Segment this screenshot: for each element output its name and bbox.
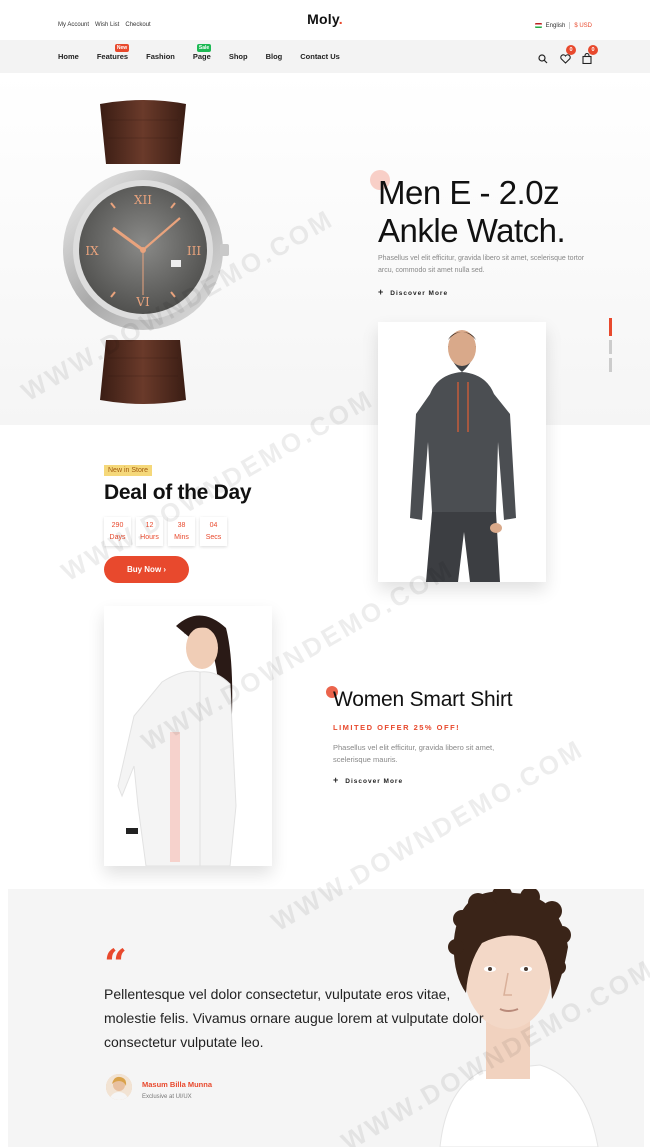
limited-offer-text: LIMITED OFFER 25% OFF! bbox=[333, 723, 461, 732]
discover-label: Discover More bbox=[345, 778, 404, 785]
nav-item-contact[interactable]: Contact Us bbox=[300, 52, 340, 61]
women-discover-link[interactable]: + Discover More bbox=[333, 775, 403, 785]
slide-dot-3[interactable] bbox=[609, 358, 612, 372]
buy-now-button[interactable]: Buy Now › bbox=[104, 556, 189, 583]
nav-label: Fashion bbox=[146, 52, 175, 61]
logo-text: Moly bbox=[307, 11, 339, 27]
hero-discover-link[interactable]: + Discover More bbox=[378, 287, 448, 297]
top-bar: My Account Wish List Checkout Moly. Engl… bbox=[0, 0, 650, 40]
countdown-mins: 38 Mins bbox=[168, 517, 195, 546]
shirt-model-image bbox=[104, 606, 272, 866]
nav-menu: Home New Features Fashion Sale Page Shop B… bbox=[58, 44, 358, 61]
plus-icon: + bbox=[333, 775, 340, 785]
author-role: Exclusive at UI/UX bbox=[142, 1094, 192, 1100]
nav-item-features[interactable]: New Features bbox=[96, 44, 130, 61]
nav-item-fashion[interactable]: Fashion bbox=[146, 52, 175, 61]
svg-text:VI: VI bbox=[135, 295, 150, 309]
sale-badge: Sale bbox=[196, 44, 212, 52]
nav-item-shop[interactable]: Shop bbox=[229, 52, 248, 61]
slider-pagination bbox=[609, 318, 612, 372]
hero-title-line-2: Ankle Watch. bbox=[378, 212, 566, 249]
nav-label: Shop bbox=[228, 52, 248, 61]
plus-icon: + bbox=[378, 287, 385, 297]
women-description: Phasellus vel elit efficitur, gravida li… bbox=[333, 743, 495, 764]
language-select[interactable]: English bbox=[546, 23, 566, 29]
wishlist-heart-icon[interactable]: 0 bbox=[560, 45, 576, 64]
svg-text:III: III bbox=[187, 244, 201, 258]
hoodie-product-card[interactable] bbox=[378, 322, 546, 582]
wishlist-count-badge: 0 bbox=[566, 45, 576, 55]
nav-label: Page bbox=[192, 52, 211, 61]
countdown-timer: 290 Days 12 Hours 38 Mins 04 Secs bbox=[104, 517, 227, 546]
slide-dot-1[interactable] bbox=[609, 318, 612, 336]
page: My Account Wish List Checkout Moly. Engl… bbox=[0, 0, 650, 1147]
deal-title: Deal of the Day bbox=[104, 481, 252, 504]
search-icon[interactable] bbox=[538, 51, 548, 64]
nav-label: Home bbox=[58, 52, 79, 61]
countdown-days: 290 Days bbox=[104, 517, 131, 546]
locale-selectors: English $ USD bbox=[534, 22, 592, 29]
cart-bag-icon[interactable]: 0 bbox=[582, 45, 598, 65]
shirt-product-card[interactable] bbox=[104, 606, 272, 866]
divider bbox=[569, 22, 571, 29]
nav-item-page[interactable]: Sale Page bbox=[192, 44, 212, 61]
nav-label: Contact Us bbox=[300, 52, 340, 61]
hero-title: Men E - 2.0z Ankle Watch. bbox=[378, 174, 566, 250]
watch-product-image: XII VI IX III bbox=[63, 100, 229, 404]
hero-title-line-1: Men E - 2.0z bbox=[378, 174, 560, 211]
main-nav: Home New Features Fashion Sale Page Shop B… bbox=[0, 40, 650, 73]
countdown-unit: Secs bbox=[205, 534, 222, 541]
countdown-hours: 12 Hours bbox=[136, 517, 163, 546]
countdown-unit: Hours bbox=[140, 534, 159, 541]
hero-description: Phasellus vel elit efficitur, gravida li… bbox=[378, 255, 585, 274]
logo-dot: . bbox=[338, 11, 343, 27]
nav-item-blog[interactable]: Blog bbox=[266, 52, 283, 61]
nav-label: Blog bbox=[265, 52, 283, 61]
testimonial-text: Pellentesque vel dolor consectetur, vulp… bbox=[104, 986, 484, 1050]
cart-count-badge: 0 bbox=[588, 45, 598, 55]
nav-label: Features bbox=[96, 52, 129, 61]
author-avatar bbox=[106, 1074, 132, 1100]
countdown-unit: Mins bbox=[174, 534, 189, 541]
nav-item-home[interactable]: Home bbox=[58, 52, 79, 61]
countdown-value: 290 bbox=[111, 522, 124, 529]
countdown-value: 12 bbox=[145, 522, 154, 529]
countdown-value: 38 bbox=[177, 522, 186, 529]
currency-select[interactable]: $ USD bbox=[574, 23, 592, 29]
countdown-secs: 04 Secs bbox=[200, 517, 227, 546]
svg-text:XII: XII bbox=[134, 193, 152, 207]
countdown-unit: Days bbox=[109, 534, 126, 541]
discover-label: Discover More bbox=[390, 290, 449, 297]
hoodie-model-image bbox=[378, 322, 546, 582]
slide-dot-2[interactable] bbox=[609, 340, 612, 354]
quote-icon: “ bbox=[104, 941, 128, 988]
countdown-value: 04 bbox=[209, 522, 218, 529]
new-badge: New bbox=[114, 44, 130, 52]
nav-icons: 0 0 bbox=[538, 45, 598, 65]
women-title: Women Smart Shirt bbox=[333, 688, 513, 711]
new-in-store-badge: New in Store bbox=[104, 465, 153, 476]
author-name: Masum Billa Munna bbox=[142, 1080, 213, 1089]
flag-icon bbox=[534, 23, 542, 28]
svg-text:IX: IX bbox=[85, 244, 99, 258]
